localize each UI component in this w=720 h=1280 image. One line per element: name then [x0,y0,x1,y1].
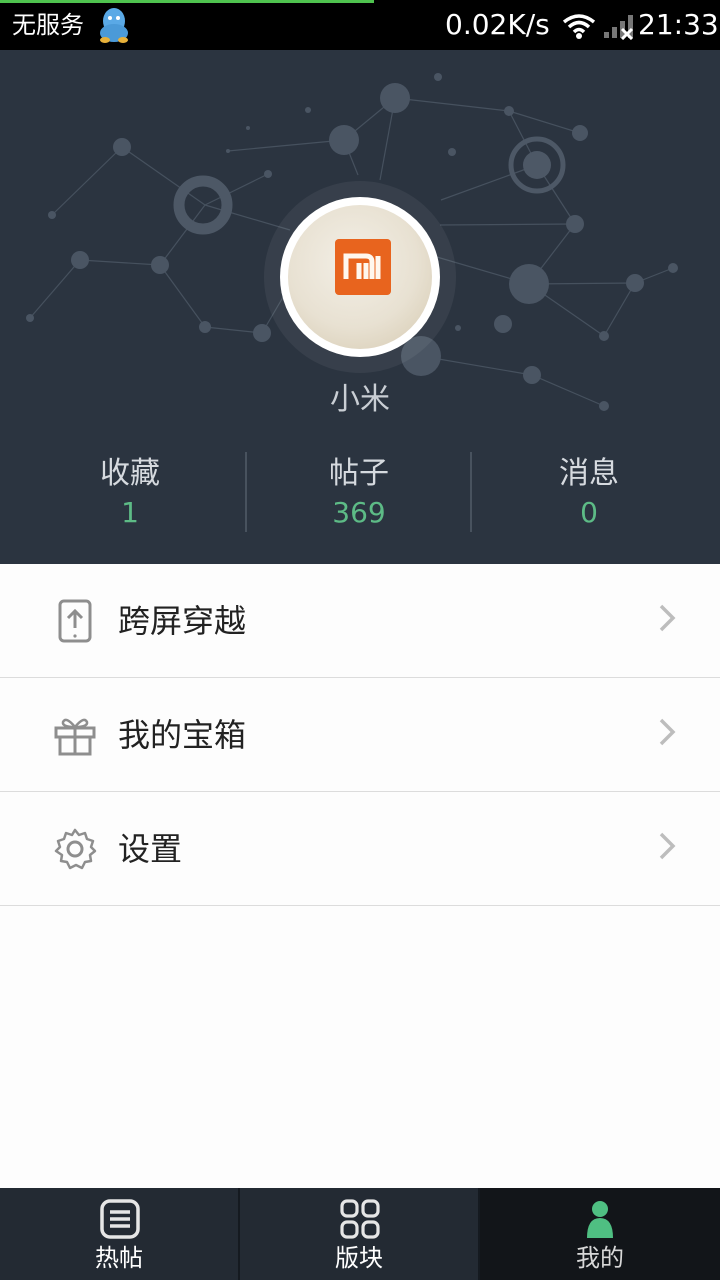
wifi-icon [562,14,596,39]
stat-posts[interactable]: 帖子 369 [249,452,469,530]
menu-item-label: 我的宝箱 [118,716,247,754]
menu-item-treasure-box[interactable]: 我的宝箱 [0,678,720,792]
chevron-right-icon [659,604,676,632]
stat-label: 收藏 [100,456,160,491]
username[interactable]: 小米 [0,380,720,420]
chevron-right-icon [659,832,676,860]
chevron-right-icon [659,718,676,746]
qq-icon [100,8,128,43]
stat-label: 帖子 [329,456,389,491]
menu-item-cross-screen[interactable]: 跨屏穿越 [0,564,720,678]
stat-value: 369 [332,496,386,529]
menu-item-label: 设置 [118,830,183,868]
stat-favorites[interactable]: 收藏 1 [20,452,240,530]
net-speed: 0.02K/s [445,8,550,41]
stat-divider [470,452,472,532]
load-progress-bar [0,0,374,3]
list-icon [100,1199,140,1239]
gift-icon [54,718,96,756]
stat-divider [245,452,247,532]
menu-item-label: 跨屏穿越 [118,602,247,640]
gear-icon [54,828,97,870]
bottom-nav: 热帖 版块 我的 [0,1188,720,1280]
cross-screen-icon [58,599,92,643]
menu-item-settings[interactable]: 设置 [0,792,720,906]
mi-logo-icon [335,239,391,295]
tab-hot-posts[interactable]: 热帖 [0,1188,238,1280]
status-bar: 无服务 0.02K/s 21:33 [0,0,720,50]
stat-label: 消息 [559,456,619,491]
stat-messages[interactable]: 消息 0 [479,452,699,530]
tab-label: 热帖 [95,1244,143,1272]
tab-label: 我的 [576,1244,624,1272]
grid-icon [340,1199,380,1239]
avatar[interactable] [280,197,440,357]
clock: 21:33 [638,8,719,41]
stat-value: 0 [580,496,598,529]
person-icon [587,1201,613,1238]
stat-value: 1 [121,496,139,529]
profile-header: 小米 收藏 1 帖子 369 消息 0 [0,50,720,564]
carrier-text: 无服务 [12,11,84,39]
signal-icon [604,15,634,40]
tab-mine[interactable]: 我的 [480,1188,720,1280]
tab-boards[interactable]: 版块 [240,1188,478,1280]
tab-label: 版块 [335,1244,383,1272]
